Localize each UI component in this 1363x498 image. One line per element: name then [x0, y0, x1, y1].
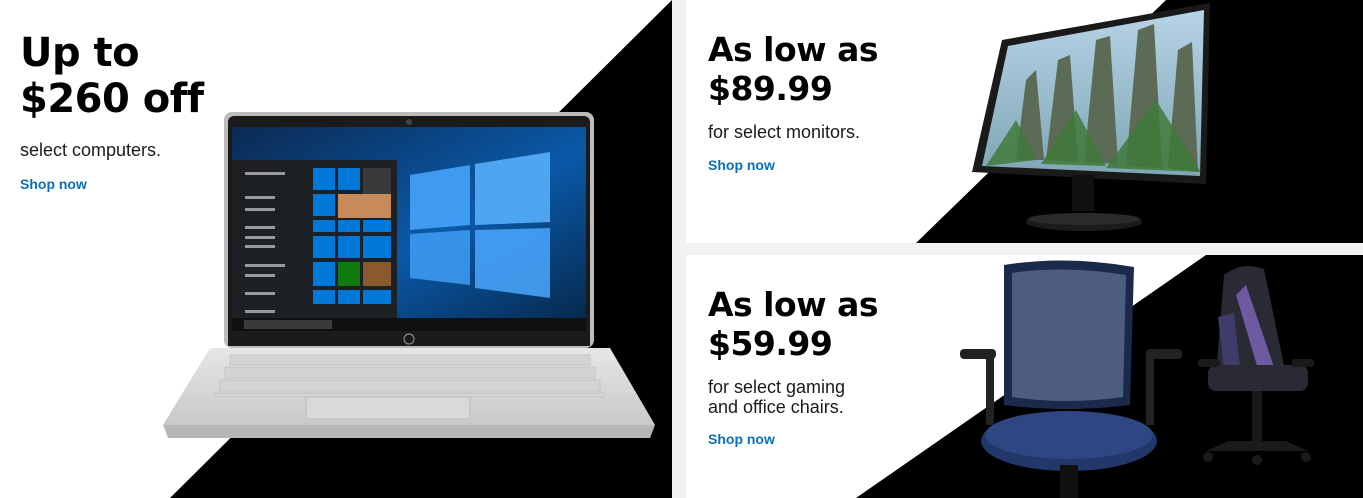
laptop-image — [163, 112, 655, 438]
promo-card-monitors[interactable]: As low as $89.99 for select monitors. Sh… — [686, 0, 1363, 243]
promo-card-chairs[interactable]: As low as $59.99 for select gaming and o… — [686, 255, 1363, 498]
chairs-image — [960, 260, 1314, 498]
monitor-image — [972, 3, 1210, 231]
promo-card-computers[interactable]: Up to $260 off select computers. Shop no… — [0, 0, 672, 498]
